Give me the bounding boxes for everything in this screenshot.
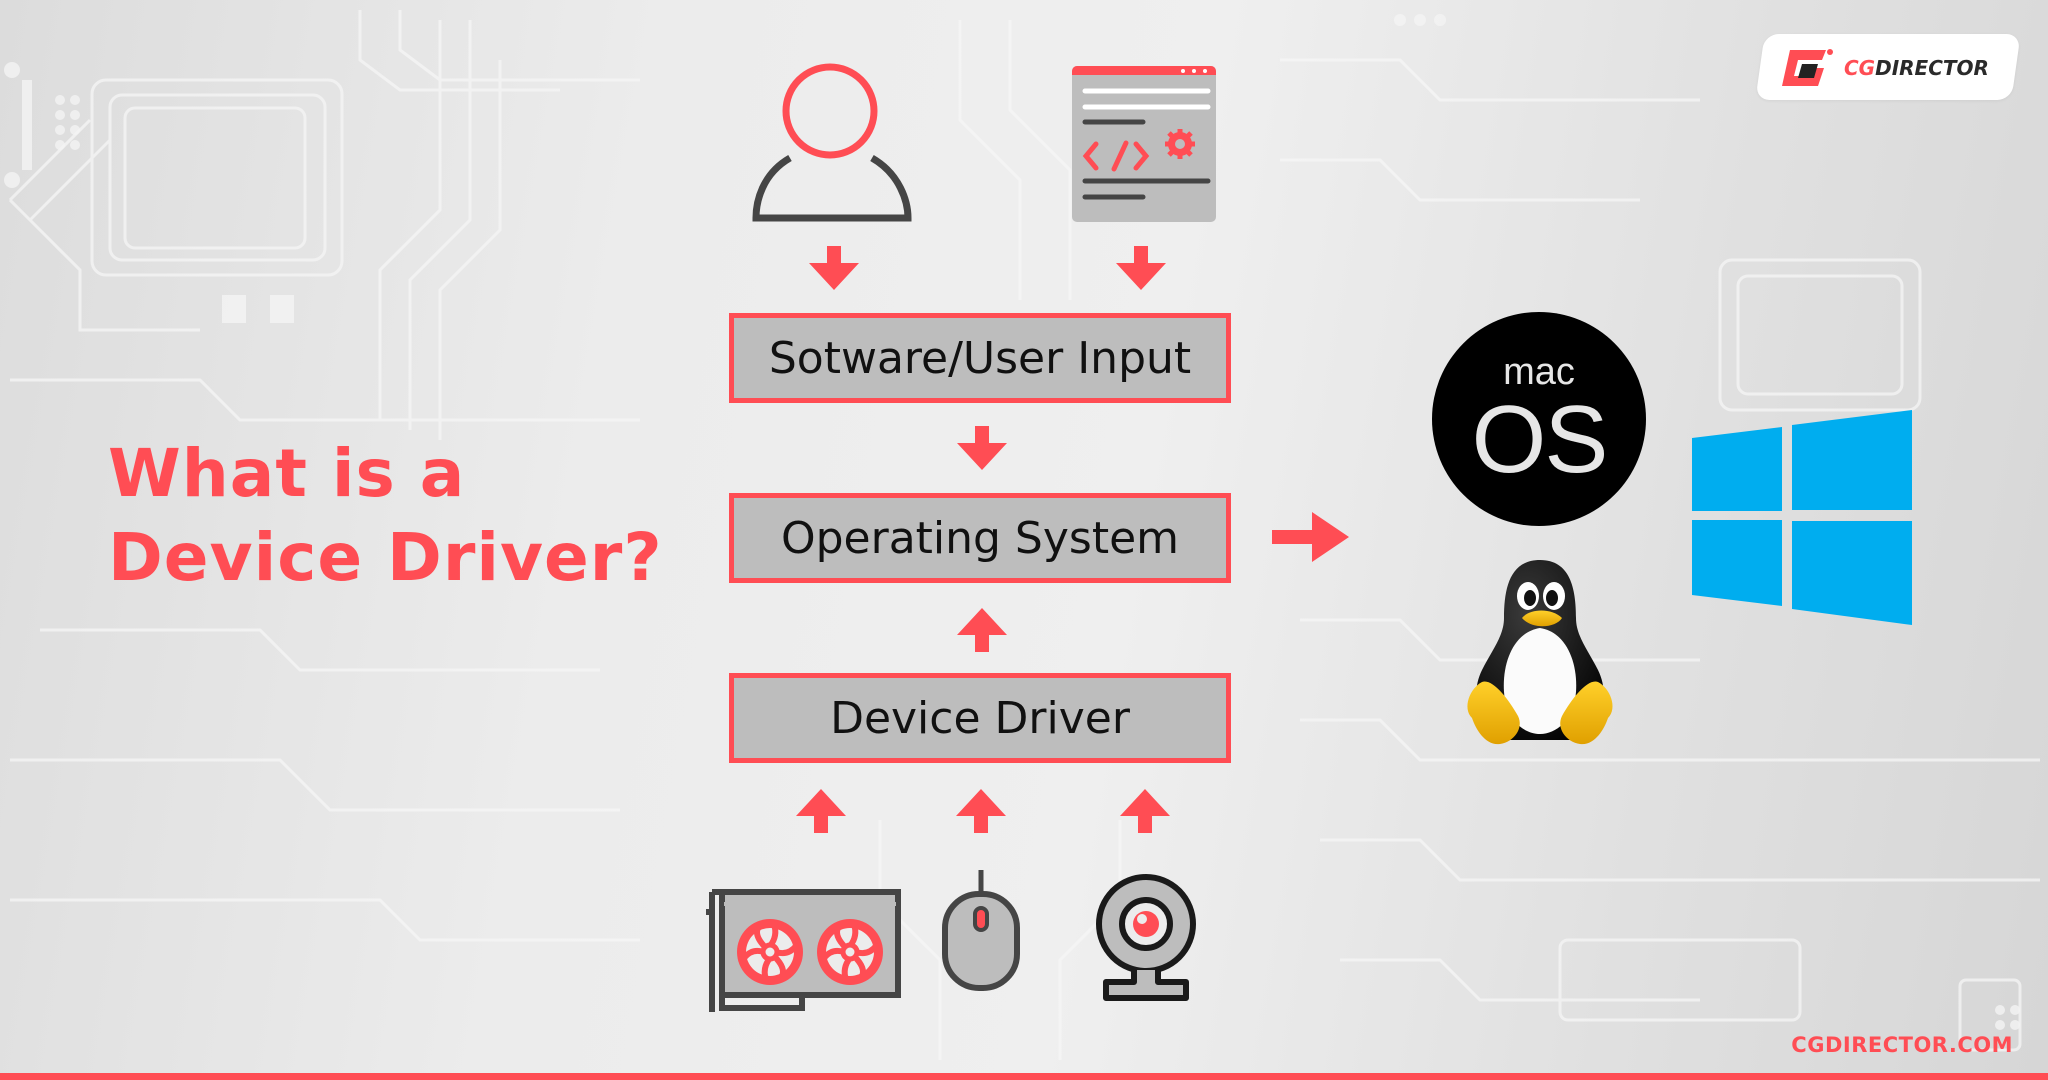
mouse-icon xyxy=(942,870,1020,991)
arrow-up-from-webcam xyxy=(1120,789,1170,833)
arrow-up-from-gpu xyxy=(796,789,846,833)
macos-logo: mac OS xyxy=(1432,312,1646,526)
box-label: Operating System xyxy=(780,512,1180,564)
website-url[interactable]: CGDIRECTOR.COM xyxy=(1791,1033,2013,1057)
box-label: Device Driver xyxy=(830,692,1130,744)
arrow-up-from-mouse xyxy=(956,789,1006,833)
software-user-input-box: Sotware/User Input xyxy=(729,313,1231,403)
operating-system-box: Operating System xyxy=(729,493,1231,583)
cgdirector-logo-mark-icon xyxy=(1782,49,1833,86)
box-label: Sotware/User Input xyxy=(768,332,1192,384)
arrow-right-to-os-logos xyxy=(1272,512,1349,562)
cgdirector-logo-text: CGDIRECTOR xyxy=(1844,56,1989,80)
graphics-card-icon xyxy=(706,889,901,1012)
arrow-down-from-user xyxy=(809,246,859,290)
fan-left xyxy=(737,919,803,985)
macos-logo-os-text: OS xyxy=(1471,386,1609,493)
bottom-accent-bar xyxy=(0,1073,2048,1080)
device-driver-box: Device Driver xyxy=(729,673,1231,763)
arrow-down-to-os xyxy=(957,426,1007,470)
fan-right xyxy=(817,919,883,985)
cgdirector-logo[interactable]: CGDIRECTOR xyxy=(1780,44,1989,92)
arrow-up-to-os xyxy=(957,608,1007,652)
webcam-icon xyxy=(1096,874,1196,1001)
windows-logo xyxy=(1692,410,1912,625)
tux-penguin-logo xyxy=(1467,560,1613,745)
arrow-down-from-software xyxy=(1116,246,1166,290)
